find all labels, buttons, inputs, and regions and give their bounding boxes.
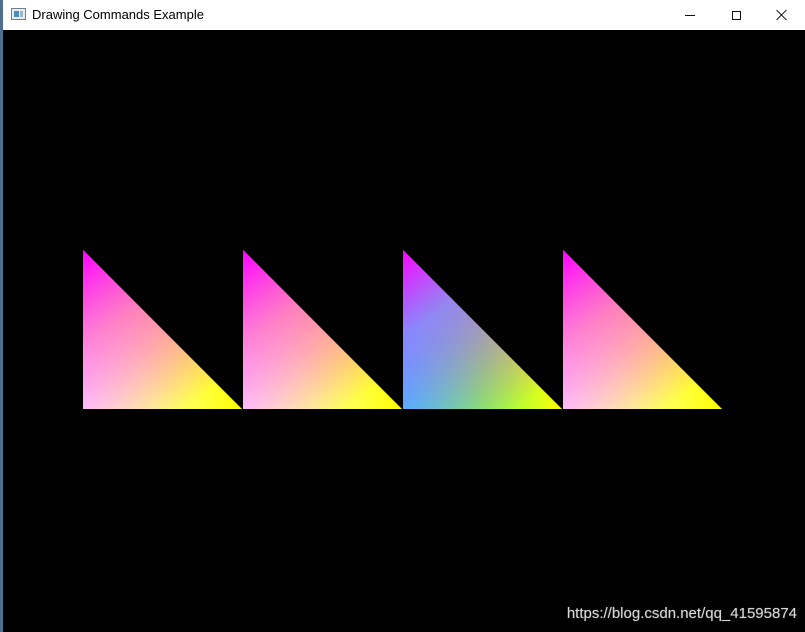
maximize-icon xyxy=(731,10,741,20)
triangle-3 xyxy=(403,250,562,409)
app-window-icon xyxy=(11,8,26,20)
drawing-commands-window: Drawing Commands Example https://blog.cs… xyxy=(0,0,805,632)
triangle-4 xyxy=(563,250,722,409)
minimize-icon xyxy=(685,14,695,16)
triangle-1-magenta-blend xyxy=(83,250,242,409)
triangle-2 xyxy=(243,250,402,409)
triangle-3-magenta-blend xyxy=(403,250,562,409)
close-button[interactable] xyxy=(759,0,805,30)
triangle-1 xyxy=(83,250,242,409)
window-title: Drawing Commands Example xyxy=(32,7,204,22)
minimize-button[interactable] xyxy=(667,0,713,30)
triangle-4-magenta-blend xyxy=(563,250,722,409)
triangle-drawing-surface xyxy=(83,250,722,409)
maximize-button[interactable] xyxy=(713,0,759,30)
close-icon xyxy=(776,9,788,21)
triangle-2-magenta-blend xyxy=(243,250,402,409)
drawing-canvas: https://blog.csdn.net/qq_41595874 xyxy=(3,30,805,632)
title-bar[interactable]: Drawing Commands Example xyxy=(3,0,805,30)
watermark-url: https://blog.csdn.net/qq_41595874 xyxy=(566,605,797,622)
